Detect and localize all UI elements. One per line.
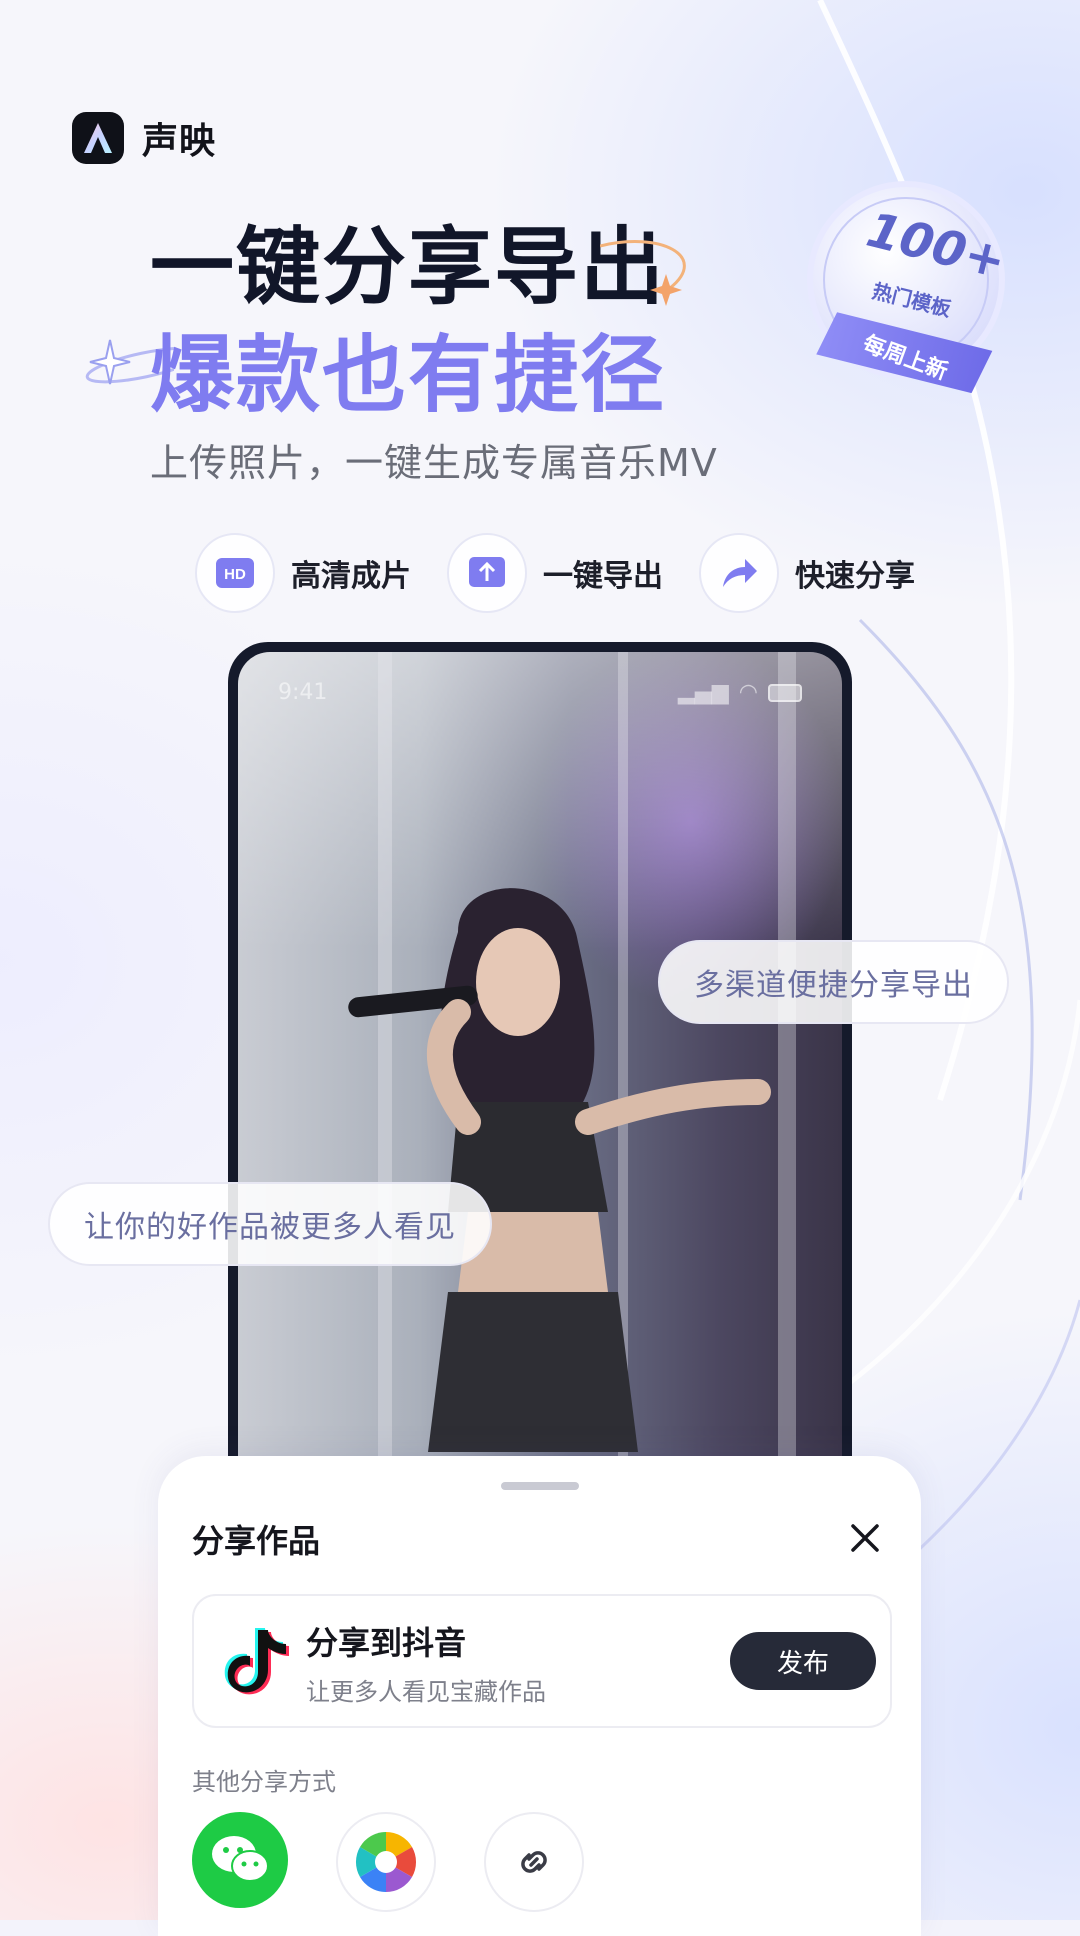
hero-subtitle: 上传照片，一键生成专属音乐MV [150,441,718,485]
templates-badge: 100+ 热门模板 每周上新 [780,180,1020,420]
copy-link-button[interactable] [484,1812,584,1912]
share-arrow-icon [699,533,779,613]
other-share-options [192,1812,584,1912]
wifi-icon: ◠ [738,680,758,705]
signal-icon: ▂▄▆ [678,680,729,705]
douyin-subtitle: 让更多人看见宝藏作品 [306,1678,546,1706]
douyin-icon [224,1628,289,1695]
bubble-be-seen: 让你的好作品被更多人看见 [48,1182,492,1266]
bubble-multichannel: 多渠道便捷分享导出 [658,940,1009,1024]
publish-button[interactable]: 发布 [730,1632,876,1690]
feature-export: 一键导出 [447,533,663,613]
hero-title-line2: 爆款也有捷径 [150,326,667,424]
hd-icon: HD [195,533,275,613]
wechat-icon [212,1836,269,1882]
sheet-title: 分享作品 [192,1522,321,1560]
feature-list: HD 高清成片 一键导出 快速分享 [195,533,915,613]
brand-header: 声映 [72,112,216,164]
feature-label: 快速分享 [795,559,915,594]
sparkle-decoration-icon [600,240,686,306]
close-button[interactable] [843,1516,887,1560]
douyin-share-card[interactable]: 分享到抖音 让更多人看见宝藏作品 发布 [192,1594,892,1728]
app-logo-icon [72,112,124,164]
brand-name: 声映 [142,121,217,162]
feature-label: 高清成片 [291,559,411,594]
feature-hd: HD 高清成片 [195,533,411,613]
feature-label: 一键导出 [543,559,663,594]
link-icon [521,1851,547,1873]
phone-status-bar: 9:41 ▂▄▆ ◠ [278,680,802,705]
wechat-share-button[interactable] [192,1812,288,1908]
battery-icon [768,683,802,702]
share-sheet: 分享作品 分享到抖音 让更多人看见宝藏作品 发布 其他分享方式 [158,1456,921,1936]
phone-mockup: 9:41 ▂▄▆ ◠ [228,642,852,1502]
phone-screen-video: 9:41 ▂▄▆ ◠ [238,652,842,1502]
singer-image [348,888,771,1452]
douyin-title: 分享到抖音 [306,1624,467,1662]
moments-share-button[interactable] [336,1812,436,1912]
status-time: 9:41 [278,680,328,705]
other-share-label: 其他分享方式 [192,1768,336,1796]
drag-handle[interactable] [501,1482,579,1490]
export-icon [447,533,527,613]
hero-title-line1: 一键分享导出 [150,218,667,316]
close-icon [851,1524,879,1552]
svg-text:HD: HD [224,566,246,583]
feature-share: 快速分享 [699,533,915,613]
moments-icon [355,1832,417,1892]
